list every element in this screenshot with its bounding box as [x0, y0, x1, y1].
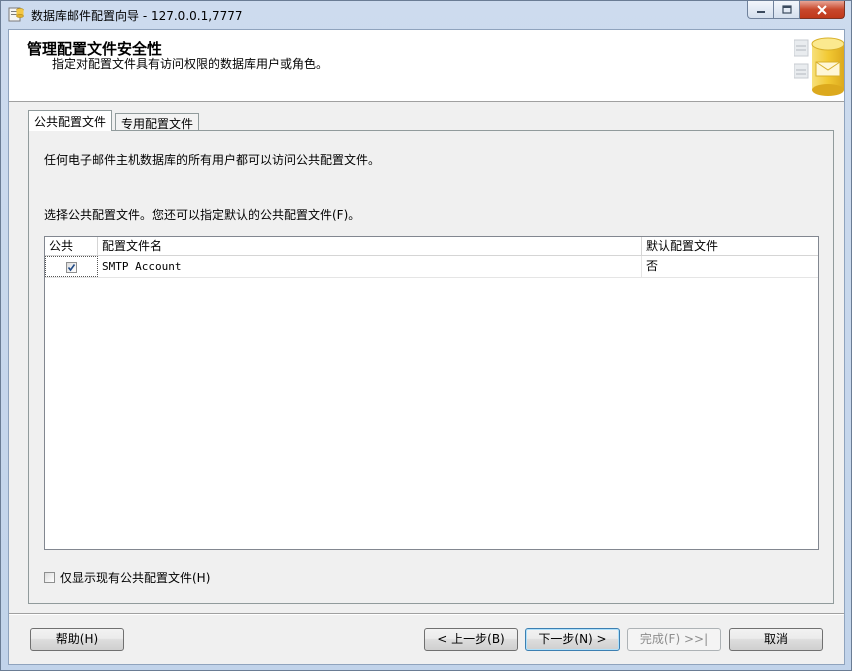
column-header-profile-name[interactable]: 配置文件名 [98, 237, 642, 255]
finish-button[interactable]: 完成(F) >>| [627, 628, 721, 651]
caption-buttons [747, 1, 845, 21]
cancel-button[interactable]: 取消 [729, 628, 823, 651]
minimize-icon [756, 10, 765, 13]
app-icon [8, 7, 24, 22]
public-cell[interactable] [45, 256, 98, 277]
tab-private-profiles[interactable]: 专用配置文件 [115, 113, 200, 131]
column-header-default-profile[interactable]: 默认配置文件 [642, 237, 818, 255]
grid-header: 公共 配置文件名 默认配置文件 [45, 237, 818, 256]
public-profiles-panel: 任何电子邮件主机数据库的所有用户都可以访问公共配置文件。 选择公共配置文件。您还… [28, 130, 834, 604]
public-checkbox[interactable] [66, 262, 77, 273]
profiles-grid: 公共 配置文件名 默认配置文件 SMTP Account 否 [44, 236, 819, 550]
window-title: 数据库邮件配置向导 - 127.0.0.1,7777 [31, 9, 243, 23]
help-button[interactable]: 帮助(H) [30, 628, 124, 651]
tab-public-profiles[interactable]: 公共配置文件 [28, 110, 113, 131]
close-button[interactable] [800, 1, 845, 19]
column-header-public[interactable]: 公共 [45, 237, 98, 255]
panel-description: 任何电子邮件主机数据库的所有用户都可以访问公共配置文件。 [44, 153, 381, 167]
minimize-button[interactable] [747, 1, 774, 19]
checkmark-icon [67, 264, 76, 272]
database-mail-icon [794, 37, 844, 96]
show-existing-option[interactable]: 仅显示现有公共配置文件(H) [44, 569, 210, 586]
panel-instruction: 选择公共配置文件。您还可以指定默认的公共配置文件(F)。 [44, 208, 361, 222]
default-profile-cell[interactable]: 否 [642, 256, 818, 277]
close-icon [817, 4, 827, 15]
page-subtitle: 指定对配置文件具有访问权限的数据库用户或角色。 [52, 57, 329, 71]
back-button[interactable]: < 上一步(B) [424, 628, 518, 651]
button-separator [9, 613, 844, 615]
show-existing-label: 仅显示现有公共配置文件(H) [60, 571, 211, 585]
wizard-client-area: 管理配置文件安全性 指定对配置文件具有访问权限的数据库用户或角色。 公共配置文件… [8, 29, 845, 665]
maximize-button[interactable] [774, 1, 800, 19]
table-row[interactable]: SMTP Account 否 [45, 256, 818, 278]
show-existing-checkbox[interactable] [44, 572, 55, 583]
wizard-header: 管理配置文件安全性 指定对配置文件具有访问权限的数据库用户或角色。 [9, 30, 844, 102]
maximize-icon [781, 5, 792, 14]
profile-name-cell[interactable]: SMTP Account [98, 256, 642, 277]
title-bar: 数据库邮件配置向导 - 127.0.0.1,7777 [1, 1, 851, 29]
wizard-window: 数据库邮件配置向导 - 127.0.0.1,7777 管理配置文件安全性 指定对… [0, 0, 852, 671]
next-button[interactable]: 下一步(N) > [525, 628, 620, 651]
